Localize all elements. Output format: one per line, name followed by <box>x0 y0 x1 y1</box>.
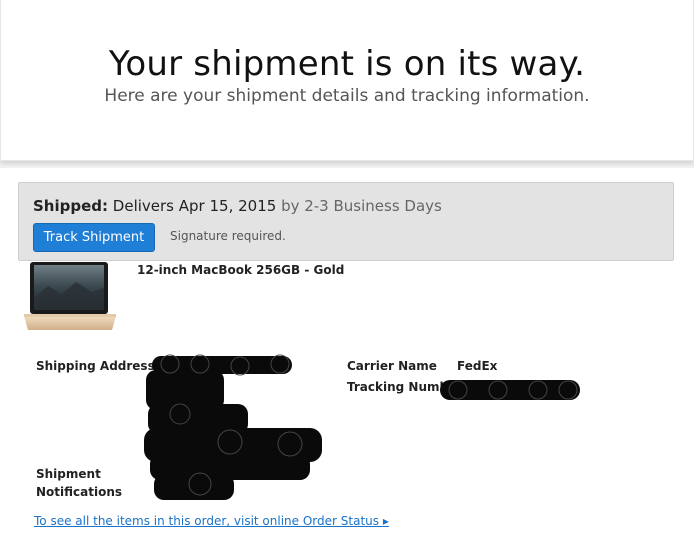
shipment-content: Shipped: Delivers Apr 15, 2015 by 2-3 Bu… <box>0 168 694 558</box>
header-panel: Your shipment is on its way. Here are yo… <box>0 0 694 161</box>
page-subtitle: Here are your shipment details and track… <box>104 86 590 106</box>
carrier-name-value: FedEx <box>457 359 498 373</box>
shipment-notifications-label-line1: Shipment <box>36 467 101 481</box>
redacted-address <box>144 354 322 500</box>
shipment-status-line: Shipped: Delivers Apr 15, 2015 by 2-3 Bu… <box>33 197 442 215</box>
shipping-address-label: Shipping Address <box>36 359 155 373</box>
page-title: Your shipment is on its way. <box>108 44 586 84</box>
laptop-image <box>24 262 116 330</box>
track-shipment-button[interactable]: Track Shipment <box>33 223 155 252</box>
redacted-tracking-number <box>440 380 580 400</box>
shipment-status-box: Shipped: Delivers Apr 15, 2015 by 2-3 Bu… <box>18 182 674 261</box>
signature-note: Signature required. <box>170 229 286 243</box>
carrier-name-label: Carrier Name <box>347 359 437 373</box>
delivery-timeframe: by 2-3 Business Days <box>281 197 442 215</box>
delivery-date: Delivers Apr 15, 2015 <box>112 197 277 215</box>
order-status-link[interactable]: To see all the items in this order, visi… <box>34 514 389 528</box>
product-name: 12-inch MacBook 256GB - Gold <box>137 263 345 277</box>
status-label: Shipped: <box>33 197 109 215</box>
shipment-notifications-label-line2: Notifications <box>36 485 123 499</box>
